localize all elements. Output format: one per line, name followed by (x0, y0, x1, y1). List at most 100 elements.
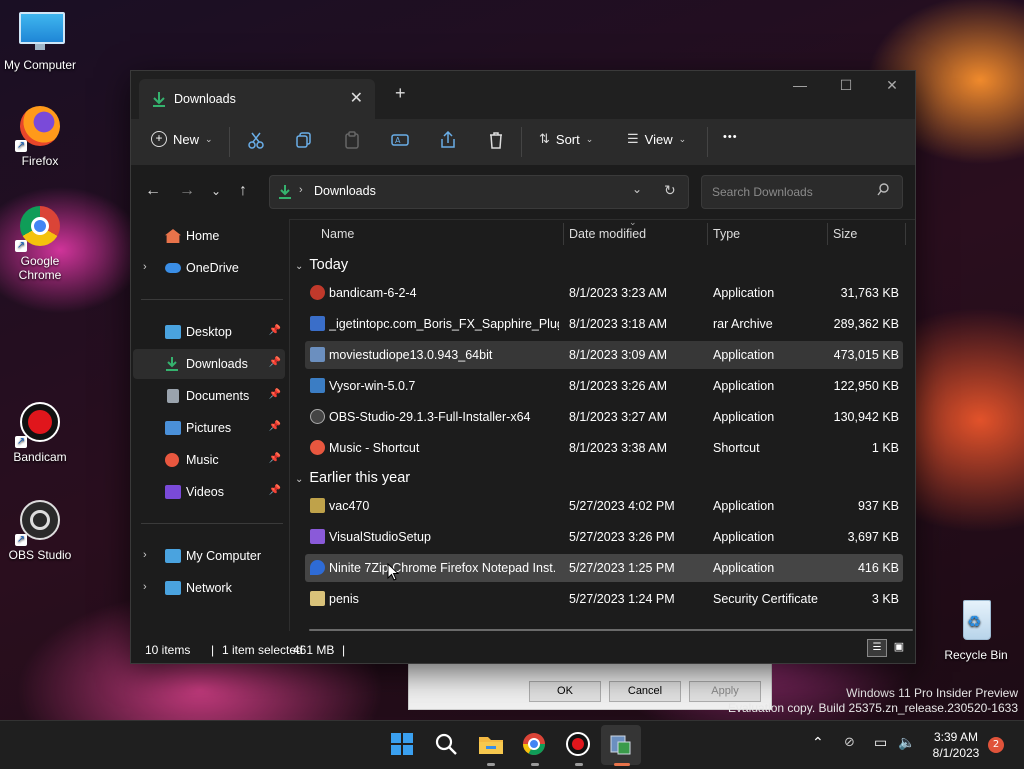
share-icon[interactable] (439, 130, 457, 149)
breadcrumb-downloads[interactable]: Downloads (314, 184, 376, 198)
search-box[interactable] (701, 175, 903, 209)
file-row[interactable]: OBS-Studio-29.1.3-Full-Installer-x64 8/1… (305, 403, 903, 431)
display-icon[interactable]: ▭ (874, 735, 887, 751)
file-row[interactable]: Music - Shortcut 8/1/2023 3:38 AM Shortc… (305, 434, 903, 462)
desktop-icon-firefox[interactable]: ↗ Firefox (0, 104, 80, 168)
pin-icon[interactable]: 📌 (269, 357, 281, 368)
paste-icon[interactable] (343, 131, 361, 149)
notification-badge[interactable]: 2 (988, 737, 1004, 753)
desktop-icon-recycle-bin[interactable]: ♻ Recycle Bin (936, 598, 1016, 662)
desktop-icon-obs[interactable]: ↗ OBS Studio (0, 498, 80, 562)
back-arrow-icon[interactable]: ← (145, 182, 161, 200)
download-icon (151, 91, 167, 110)
ok-button[interactable]: OK (529, 681, 601, 702)
sidebar-item-network[interactable]: › Network (133, 573, 285, 603)
sidebar-item-music[interactable]: Music 📌 (133, 445, 285, 475)
maximize-button[interactable]: ☐ (831, 77, 861, 94)
tab-downloads[interactable]: Downloads ✕ (139, 79, 375, 119)
file-name: VisualStudioSetup (329, 530, 431, 544)
desktop-icon-my-computer[interactable]: My Computer (0, 8, 80, 72)
search-input[interactable] (710, 184, 874, 200)
clock-date: 8/1/2023 (932, 746, 980, 760)
file-list: Name Date modified ⌄ Type Size ⌄ Today ba… (291, 217, 913, 631)
chrome-icon[interactable] (522, 732, 548, 758)
column-divider[interactable] (905, 223, 906, 245)
sidebar-item-my-computer[interactable]: › My Computer (133, 541, 285, 571)
sidebar-item-videos[interactable]: Videos 📌 (133, 477, 285, 507)
address-bar[interactable]: › Downloads ⌄ ↻ (269, 175, 689, 209)
recent-chevron-icon[interactable]: ⌄ (211, 184, 221, 198)
apply-button[interactable]: Apply (689, 681, 761, 702)
start-icon[interactable] (390, 732, 416, 758)
show-hidden-icons-icon[interactable]: ⌃ (812, 735, 824, 751)
file-explorer-icon[interactable] (478, 732, 504, 758)
column-divider[interactable] (707, 223, 708, 245)
column-header-type[interactable]: Type (713, 227, 740, 241)
copy-icon[interactable] (295, 131, 313, 149)
new-tab-button[interactable]: + (395, 83, 406, 104)
close-tab-icon[interactable]: ✕ (350, 88, 363, 108)
pin-icon[interactable]: 📌 (269, 485, 281, 496)
search-icon[interactable] (434, 732, 460, 758)
installer-icon[interactable] (608, 732, 634, 758)
sidebar-item-home[interactable]: Home (133, 221, 285, 251)
address-dropdown-icon[interactable]: ⌄ (632, 182, 642, 196)
sidebar-item-onedrive[interactable]: › OneDrive (133, 253, 285, 283)
view-label: View (644, 131, 673, 147)
system-clock[interactable]: 3:39 AM 8/1/2023 (920, 729, 992, 761)
group-header-today[interactable]: ⌄ Today (295, 257, 348, 273)
forward-arrow-icon[interactable]: → (179, 182, 195, 200)
file-size: 416 KB (857, 561, 899, 575)
details-view-icon[interactable]: ☰ (867, 639, 887, 657)
column-divider[interactable] (563, 223, 564, 245)
more-options-button[interactable]: ••• (723, 131, 738, 143)
file-type: Application (713, 379, 775, 393)
column-header-name[interactable]: Name (321, 227, 354, 241)
horizontal-scrollbar[interactable] (309, 629, 913, 631)
sort-button[interactable]: ⇅ Sort ⌄ (539, 131, 593, 147)
file-size: 130,942 KB (833, 410, 899, 424)
chevron-right-icon[interactable]: › (143, 261, 147, 273)
pin-icon[interactable]: 📌 (269, 421, 281, 432)
file-row[interactable]: VisualStudioSetup 5/27/2023 3:26 PM Appl… (305, 523, 903, 551)
new-button[interactable]: + New ⌄ (151, 131, 213, 147)
bandicam-icon[interactable] (566, 732, 592, 758)
file-row[interactable]: moviestudiope13.0.943_64bit 8/1/2023 3:0… (305, 341, 903, 369)
volume-icon[interactable]: 🔈 (898, 735, 915, 751)
column-header-size[interactable]: Size (833, 227, 857, 241)
delete-icon[interactable] (487, 131, 505, 149)
sidebar-item-documents[interactable]: Documents 📌 (133, 381, 285, 411)
close-window-button[interactable]: ✕ (877, 77, 907, 94)
cancel-button[interactable]: Cancel (609, 681, 681, 702)
column-header-date[interactable]: Date modified (569, 227, 646, 241)
rename-icon[interactable]: A (391, 131, 409, 149)
file-row[interactable]: penis 5/27/2023 1:24 PM Security Certifi… (305, 585, 903, 613)
file-row[interactable]: Vysor-win-5.0.7 8/1/2023 3:26 AM Applica… (305, 372, 903, 400)
column-divider[interactable] (827, 223, 828, 245)
file-name: bandicam-6-2-4 (329, 286, 417, 300)
desktop-icon-bandicam[interactable]: ↗ Bandicam (0, 400, 80, 464)
sidebar-item-pictures[interactable]: Pictures 📌 (133, 413, 285, 443)
file-row[interactable]: _igetintopc.com_Boris_FX_Sapphire_Plug..… (305, 310, 903, 338)
refresh-icon[interactable]: ↻ (664, 182, 676, 199)
group-header-earlier[interactable]: ⌄ Earlier this year (295, 470, 410, 486)
network-disconnected-icon[interactable]: ⊘ (844, 735, 855, 750)
cut-icon[interactable] (247, 131, 265, 149)
view-button[interactable]: ☰ View ⌄ (627, 131, 686, 147)
chevron-right-icon[interactable]: › (143, 581, 147, 593)
pin-icon[interactable]: 📌 (269, 453, 281, 464)
sidebar-item-downloads[interactable]: Downloads 📌 (133, 349, 285, 379)
file-row[interactable]: vac470 5/27/2023 4:02 PM Application 937… (305, 492, 903, 520)
desktop-icon-chrome[interactable]: ↗ Google Chrome (0, 204, 80, 282)
minimize-button[interactable]: — (785, 77, 815, 93)
up-arrow-icon[interactable]: ↑ (239, 182, 247, 200)
chevron-right-icon[interactable]: › (143, 549, 147, 561)
pin-icon[interactable]: 📌 (269, 325, 281, 336)
file-type: Application (713, 286, 775, 300)
tiles-view-icon[interactable]: ▣ (891, 639, 907, 655)
sidebar-item-desktop[interactable]: Desktop 📌 (133, 317, 285, 347)
pin-icon[interactable]: 📌 (269, 389, 281, 400)
file-date: 8/1/2023 3:09 AM (569, 348, 667, 362)
file-row[interactable]: bandicam-6-2-4 8/1/2023 3:23 AM Applicat… (305, 279, 903, 307)
shortcut-arrow-icon: ↗ (15, 534, 27, 546)
